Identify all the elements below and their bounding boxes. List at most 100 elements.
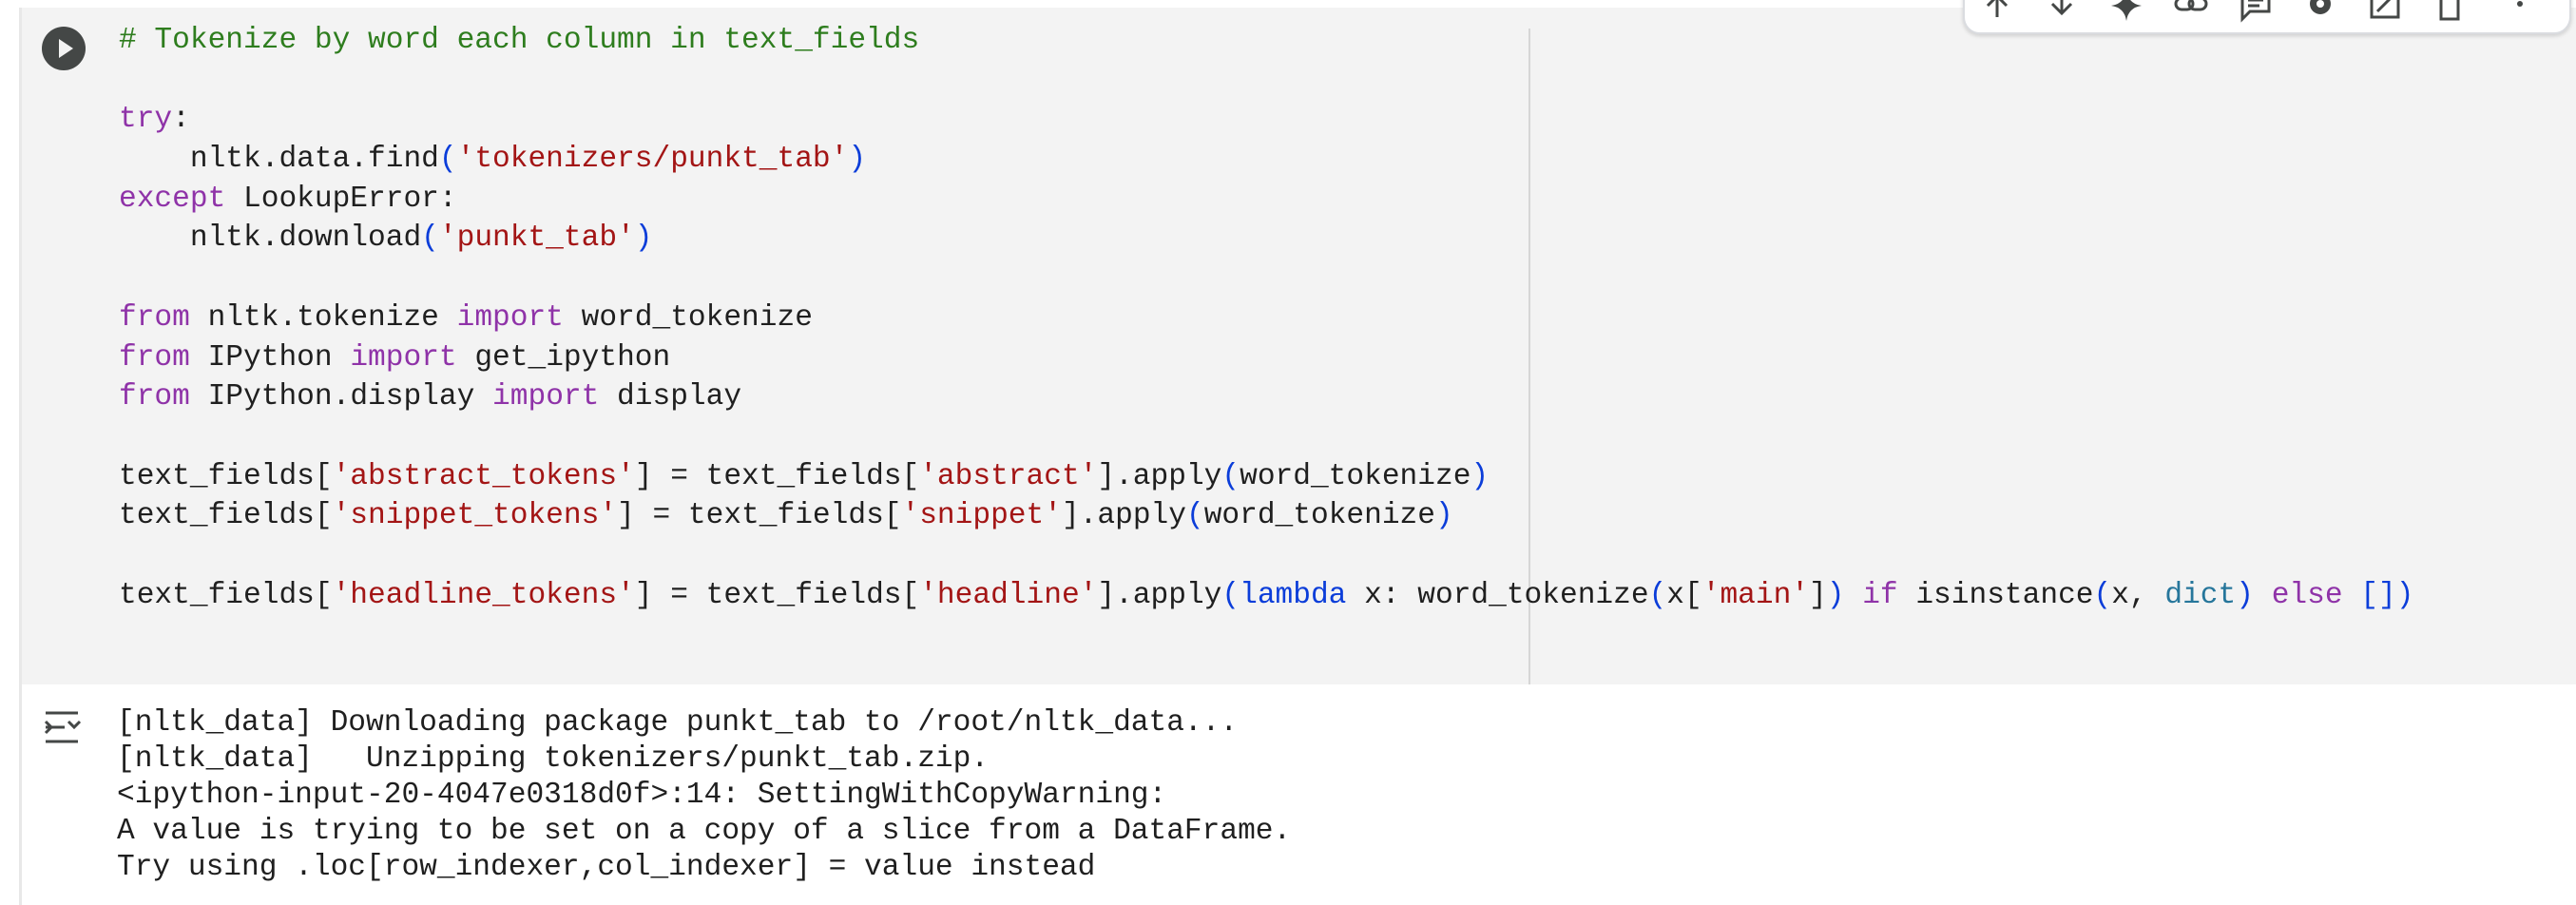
code-token: ].apply: [1097, 578, 1222, 612]
code-token: import: [456, 300, 564, 335]
code-token: text_fields[: [119, 459, 333, 493]
cell-gutter: [19, 8, 105, 684]
code-editor-area[interactable]: # Tokenize by word each column in text_f…: [19, 8, 2576, 684]
code-line[interactable]: text_fields['headline_tokens'] = text_fi…: [119, 576, 2576, 616]
code-token: from: [119, 380, 190, 414]
output-actions-icon[interactable]: [42, 708, 84, 746]
code-line[interactable]: nltk.data.find('tokenizers/punkt_tab'): [119, 140, 2576, 180]
code-token: :: [172, 103, 190, 137]
code-token: get_ipython: [456, 340, 671, 375]
gemini-sparkle-icon[interactable]: [2107, 0, 2145, 23]
run-cell-button[interactable]: [42, 27, 86, 70]
output-line: <ipython-input-20-4047e0318d0f>:14: Sett…: [117, 779, 1167, 812]
move-down-icon[interactable]: [2043, 0, 2081, 23]
code-line[interactable]: [119, 417, 2576, 457]
code-token: except: [119, 182, 226, 216]
comment-icon[interactable]: [2237, 0, 2275, 23]
code-token: word_tokenize: [1240, 459, 1471, 493]
code-line[interactable]: [119, 536, 2576, 576]
code-token: ] = text_fields[: [617, 499, 902, 533]
code-token: 'tokenizers/punkt_tab': [456, 143, 849, 177]
code-token: text_fields[: [119, 578, 333, 612]
code-token: (: [438, 143, 457, 177]
code-line[interactable]: [119, 61, 2576, 101]
code-token: display: [599, 380, 742, 414]
code-token: x,: [2111, 578, 2165, 612]
code-token: lambda: [1240, 578, 1347, 612]
code-token: 'punkt_tab': [438, 221, 635, 256]
code-token: nltk.tokenize: [189, 300, 457, 335]
code-line[interactable]: except LookupError:: [119, 180, 2576, 220]
code-token: x: word_tokenize: [1346, 578, 1649, 612]
code-token: from: [119, 300, 190, 335]
code-token: IPython: [189, 340, 351, 375]
code-token: IPython.display: [189, 380, 493, 414]
code-token: ): [1435, 499, 1453, 533]
code-token: import: [350, 340, 457, 375]
code-token: text_fields[: [119, 499, 333, 533]
code-token: if: [1862, 578, 1898, 612]
code-line[interactable]: from nltk.tokenize import word_tokenize: [119, 298, 2576, 338]
code-token: try: [119, 103, 173, 137]
code-cell: # Tokenize by word each column in text_f…: [19, 8, 2576, 905]
output-text: [nltk_data] Downloading package punkt_ta…: [117, 705, 1291, 886]
code-token: 'abstract_tokens': [332, 459, 635, 493]
code-token: 'snippet': [901, 499, 1062, 533]
code-token: ): [1826, 578, 1845, 612]
code-token: ): [634, 221, 653, 256]
gear-icon[interactable]: [2301, 0, 2339, 23]
code-line[interactable]: try:: [119, 100, 2576, 140]
code-token: 'abstract': [919, 459, 1098, 493]
code-token: ): [848, 143, 867, 177]
mirror-cell-icon[interactable]: [2366, 0, 2404, 23]
code-token: (: [421, 221, 439, 256]
code-token: (: [1185, 499, 1204, 533]
more-vert-icon[interactable]: [2509, 0, 2531, 23]
code-token: 'main': [1701, 578, 1810, 612]
code-token: (: [1221, 578, 1240, 612]
cell-toolbar: [1963, 0, 2571, 34]
code-token: x[: [1666, 578, 1702, 612]
code-token: LookupError:: [225, 182, 457, 216]
code-token: []: [2360, 578, 2396, 612]
code-token: ]: [1809, 578, 1827, 612]
code-token: ): [2395, 578, 2414, 612]
code-token: ] = text_fields[: [634, 459, 920, 493]
code-token: ].apply: [1097, 459, 1222, 493]
code-token: else: [2271, 578, 2343, 612]
code-token: ].apply: [1061, 499, 1186, 533]
output-area: [nltk_data] Downloading package punkt_ta…: [19, 684, 2576, 905]
code-token: (: [1221, 459, 1240, 493]
code-token: (: [2093, 578, 2112, 612]
code-line[interactable]: text_fields['snippet_tokens'] = text_fie…: [119, 496, 2576, 536]
delete-icon[interactable]: [2431, 0, 2469, 23]
code-token: 'snippet_tokens': [332, 499, 618, 533]
code-line[interactable]: from IPython import get_ipython: [119, 338, 2576, 378]
code-line[interactable]: [119, 259, 2576, 298]
code-token: nltk.download: [119, 221, 422, 256]
code-token: 'headline': [919, 578, 1098, 612]
code-token: isinstance: [1915, 578, 2094, 612]
code-line[interactable]: text_fields['abstract_tokens'] = text_fi…: [119, 457, 2576, 497]
output-line: Try using .loc[row_indexer,col_indexer] …: [117, 851, 1096, 884]
code-token: from: [119, 340, 190, 375]
code-token: ): [2236, 578, 2254, 612]
code-token: dict: [2164, 578, 2237, 612]
output-line: [nltk_data] Unzipping tokenizers/punkt_t…: [117, 742, 990, 776]
code-editor[interactable]: # Tokenize by word each column in text_f…: [119, 21, 2576, 615]
link-icon[interactable]: [2172, 0, 2210, 23]
move-up-icon[interactable]: [1978, 0, 2016, 23]
code-token: word_tokenize: [563, 300, 813, 335]
code-token: ): [1471, 459, 1490, 493]
code-token: 'headline_tokens': [332, 578, 635, 612]
code-line[interactable]: nltk.download('punkt_tab'): [119, 219, 2576, 259]
code-token: ] = text_fields[: [634, 578, 920, 612]
code-token: # Tokenize by word each column in text_f…: [119, 24, 920, 57]
code-token: word_tokenize: [1203, 499, 1435, 533]
code-line[interactable]: from IPython.display import display: [119, 377, 2576, 417]
code-token: import: [492, 380, 600, 414]
